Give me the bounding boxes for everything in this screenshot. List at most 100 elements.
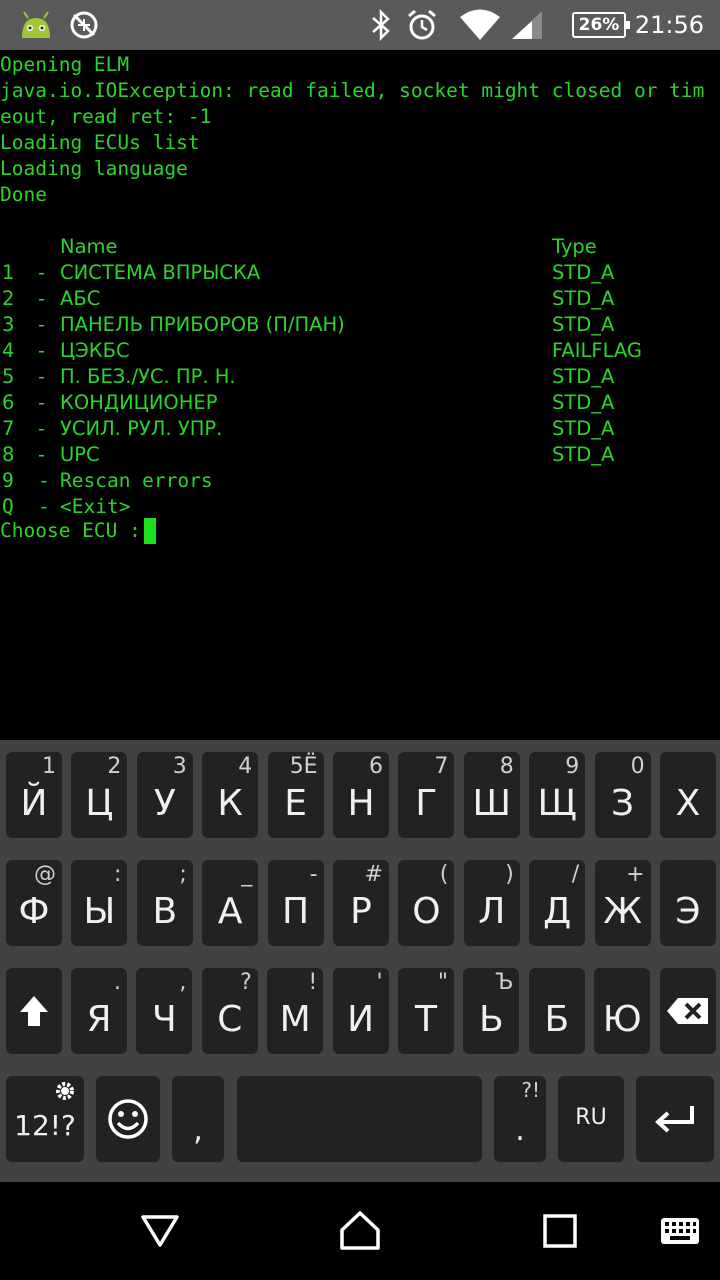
period-key-label: . — [515, 1113, 525, 1148]
ecu-type: STD_A — [552, 443, 615, 466]
letter-key[interactable]: ) Л — [463, 860, 520, 946]
separator: - — [38, 339, 46, 362]
home-button[interactable] — [320, 1182, 400, 1280]
letter-key[interactable]: ' И — [332, 968, 389, 1054]
letter-key[interactable]: 8Ш — [463, 752, 520, 838]
key-hint: " — [437, 970, 448, 995]
letter-key[interactable]: " Т — [398, 968, 454, 1054]
ecu-number: 3 — [2, 313, 15, 336]
shift-key[interactable] — [6, 968, 62, 1054]
separator: - — [38, 365, 46, 388]
log-line: Loading language — [0, 157, 188, 180]
soft-keyboard: 1 Й 2 Ц 3 У 4 К 5Ё Е 6 Н 7 Г 8 Ш 9 Щ 0 З Х @ Ф: Ы; В _ А - П # Р(О) Л /… — [0, 740, 720, 1182]
letter-key[interactable]: .Я — [71, 968, 127, 1054]
letter-key[interactable]: # Р — [333, 860, 389, 946]
ecu-type: STD_A — [552, 261, 615, 284]
key-hint: # — [364, 862, 383, 887]
letter-key[interactable]: Э — [660, 860, 716, 946]
key-label: Ш — [472, 783, 512, 824]
alarm-icon — [404, 0, 440, 50]
key-hint: 5Ё — [289, 754, 318, 779]
ecu-type: STD_A — [552, 391, 615, 414]
symbols-key[interactable]: 12!? — [6, 1076, 84, 1162]
ecu-number: 8 — [2, 443, 15, 466]
key-hint: : — [113, 862, 122, 887]
letter-key[interactable]: Х — [660, 752, 716, 838]
separator: - — [38, 495, 50, 518]
ecu-type: STD_A — [552, 365, 615, 388]
ecu-number: 1 — [2, 261, 15, 284]
key-label: С — [217, 999, 243, 1040]
keyboard-icon — [661, 1218, 699, 1244]
option-label: Rescan errors — [60, 469, 213, 492]
key-label: З — [611, 783, 635, 824]
key-hint: / — [571, 862, 580, 887]
key-hint: 7 — [434, 754, 449, 779]
key-label: Ц — [85, 783, 114, 824]
letter-key[interactable]: :Ы — [71, 860, 128, 946]
letter-key[interactable]: 0З — [594, 752, 651, 838]
option-number: Q — [2, 495, 14, 518]
keyboard-switch-button[interactable] — [650, 1182, 710, 1280]
backspace-key[interactable] — [660, 968, 716, 1054]
key-hint: _ — [241, 862, 253, 887]
emoji-key[interactable] — [96, 1076, 160, 1162]
ecu-name: КОНДИЦИОНЕР — [60, 391, 218, 414]
letter-key[interactable]: ? С — [201, 968, 258, 1054]
letter-key[interactable]: @ Ф — [6, 860, 62, 946]
enter-key[interactable] — [636, 1076, 714, 1162]
key-hint: 4 — [238, 754, 253, 779]
letter-key[interactable]: -П — [267, 860, 324, 946]
ecu-type: STD_A — [552, 417, 615, 440]
key-label: Е — [284, 783, 307, 824]
letter-key[interactable]: / Д — [529, 860, 586, 946]
wifi-icon — [458, 0, 502, 50]
letter-key[interactable]: 6Н — [333, 752, 389, 838]
letter-key[interactable]: (О — [398, 860, 455, 946]
ecu-name: ПАНЕЛЬ ПРИБОРОВ (П/ПАН) — [60, 313, 345, 336]
key-hint: 9 — [565, 754, 580, 779]
letter-key[interactable]: Б — [528, 968, 585, 1054]
letter-key[interactable]: ! М — [267, 968, 324, 1054]
terminal-output[interactable]: Opening ELM java.io.IOException: read fa… — [0, 50, 720, 740]
key-label: И — [347, 999, 375, 1040]
key-hint: ) — [505, 862, 514, 887]
ecu-number: 6 — [2, 391, 15, 414]
ecu-name: УСИЛ. РУЛ. УПР. — [60, 417, 223, 440]
comma-key-label: , — [193, 1113, 203, 1148]
log-line: eout, read ret: -1 — [0, 105, 212, 128]
comma-key[interactable]: , — [172, 1076, 224, 1162]
log-line: java.io.IOException: read failed, socket… — [0, 79, 705, 102]
letter-key[interactable]: 3У — [136, 752, 193, 838]
letter-key[interactable]: ; В — [136, 860, 193, 946]
key-label: Г — [415, 783, 438, 824]
letter-key[interactable]: + Ж — [594, 860, 651, 946]
period-key-hint: ?! — [521, 1078, 540, 1102]
key-label: Й — [20, 783, 48, 824]
column-header-name: Name — [60, 235, 118, 258]
letter-key[interactable]: 1Й — [6, 752, 62, 838]
letter-key[interactable]: 5Ё Е — [267, 752, 324, 838]
letter-key[interactable]: 9Щ — [529, 752, 586, 838]
text-cursor — [144, 518, 156, 544]
key-label: Ю — [602, 999, 642, 1040]
letter-key[interactable]: 7Г — [398, 752, 455, 838]
letter-key[interactable]: 4К — [202, 752, 259, 838]
key-hint: 0 — [630, 754, 645, 779]
key-hint: , — [179, 970, 187, 995]
letter-key[interactable]: _ А — [202, 860, 259, 946]
key-label: У — [153, 783, 176, 824]
ecu-name: АБС — [60, 287, 101, 310]
letter-key[interactable]: ,Ч — [136, 968, 193, 1054]
space-key[interactable] — [237, 1076, 482, 1162]
letter-key[interactable]: ЪЬ — [463, 968, 520, 1054]
key-label: Э — [675, 891, 701, 932]
language-key[interactable]: RU — [558, 1076, 624, 1162]
back-button[interactable] — [120, 1182, 200, 1280]
letter-key[interactable]: 2Ц — [71, 752, 128, 838]
recents-button[interactable] — [520, 1182, 600, 1280]
key-hint: + — [626, 862, 645, 887]
period-key[interactable]: ?! . — [494, 1076, 546, 1162]
separator: - — [38, 443, 46, 466]
letter-key[interactable]: Ю — [594, 968, 651, 1054]
